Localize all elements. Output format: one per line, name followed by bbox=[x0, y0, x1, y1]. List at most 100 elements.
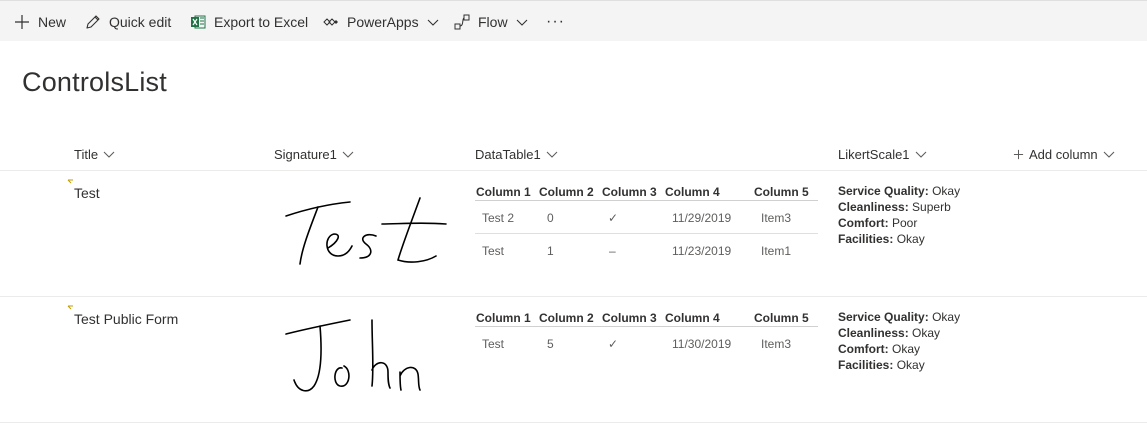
quick-edit-button[interactable]: Quick edit bbox=[85, 1, 171, 42]
data-table-cell: 1 bbox=[547, 244, 554, 258]
column-header-label: LikertScale1 bbox=[838, 146, 910, 162]
likert-value: Okay bbox=[912, 326, 941, 340]
data-table-cell: ✓ bbox=[608, 337, 619, 351]
excel-icon bbox=[191, 15, 206, 28]
export-label: Export to Excel bbox=[214, 13, 309, 30]
data-table-cell: – bbox=[609, 244, 616, 258]
new-button-label: New bbox=[38, 13, 67, 30]
chevron-down-icon bbox=[103, 151, 115, 158]
data-table-cell: Test 2 bbox=[482, 211, 515, 225]
chevron-down-icon bbox=[915, 151, 926, 158]
row-divider bbox=[0, 422, 1147, 423]
likert-label: Service Quality: bbox=[838, 184, 929, 198]
data-table-header: Column 1 bbox=[476, 185, 531, 199]
plus-icon bbox=[1013, 149, 1024, 159]
likert-label: Facilities: bbox=[838, 358, 894, 372]
data-table-cell: 11/23/2019 bbox=[672, 244, 732, 258]
data-table: Column 1 Column 2 Column 3 Column 4 Colu… bbox=[475, 183, 820, 273]
data-table-cell: 0 bbox=[547, 211, 554, 225]
data-table-header: Column 1 bbox=[476, 311, 531, 325]
chevron-down-icon bbox=[546, 151, 558, 158]
data-table-header: Column 2 bbox=[539, 185, 594, 199]
likert-label: Service Quality: bbox=[838, 310, 929, 324]
pencil-icon bbox=[86, 14, 100, 29]
likert-value: Poor bbox=[892, 216, 918, 230]
powerapps-menu[interactable]: PowerApps bbox=[323, 1, 439, 42]
likert-row: Comfort: Okay bbox=[838, 341, 960, 357]
likert-scale: Service Quality: Okay Cleanliness: Super… bbox=[838, 183, 960, 247]
likert-value: Okay bbox=[932, 310, 961, 324]
data-table-cell: Test bbox=[482, 244, 505, 258]
signature-image bbox=[285, 319, 421, 392]
data-table-header: Column 4 bbox=[665, 185, 720, 199]
likert-value: Superb bbox=[912, 200, 951, 214]
likert-value: Okay bbox=[896, 232, 925, 246]
chevron-down-icon bbox=[427, 19, 438, 26]
likert-row: Facilities: Okay bbox=[838, 357, 960, 373]
column-header-label: DataTable1 bbox=[475, 146, 541, 162]
item-title-link[interactable]: Test bbox=[74, 185, 100, 201]
plus-icon bbox=[15, 14, 29, 29]
data-table-header: Column 5 bbox=[754, 185, 809, 199]
likert-row: Facilities: Okay bbox=[838, 231, 960, 247]
likert-row: Cleanliness: Superb bbox=[838, 199, 960, 215]
likert-row: Service Quality: Okay bbox=[838, 309, 960, 325]
export-to-excel-button[interactable]: Export to Excel bbox=[190, 1, 308, 42]
quick-edit-label: Quick edit bbox=[109, 13, 172, 30]
data-table-header: Column 5 bbox=[754, 311, 809, 325]
data-table-cell: Test bbox=[482, 337, 505, 351]
data-table-cell: ✓ bbox=[608, 211, 619, 225]
column-header-signature[interactable]: Signature1 bbox=[274, 145, 354, 163]
column-header-title[interactable]: Title bbox=[74, 145, 115, 163]
data-table-header: Column 4 bbox=[665, 311, 720, 325]
data-table: Column 1 Column 2 Column 3 Column 4 Colu… bbox=[475, 309, 820, 359]
chevron-down-icon bbox=[516, 19, 527, 26]
data-table-cell: 11/29/2019 bbox=[672, 211, 732, 225]
row-divider bbox=[0, 296, 1147, 297]
more-icon: ··· bbox=[546, 12, 565, 30]
likert-value: Okay bbox=[892, 342, 921, 356]
data-table-cell: Item1 bbox=[761, 244, 792, 258]
add-column-label: Add column bbox=[1029, 146, 1098, 162]
column-header-datatable[interactable]: DataTable1 bbox=[475, 145, 558, 163]
likert-label: Facilities: bbox=[838, 232, 894, 246]
page-title: ControlsList bbox=[22, 67, 167, 97]
data-table-header: Column 3 bbox=[602, 185, 657, 199]
more-actions-button[interactable]: ··· bbox=[546, 1, 565, 42]
signature-image bbox=[285, 197, 447, 265]
new-button[interactable]: New bbox=[14, 1, 66, 42]
likert-row: Cleanliness: Okay bbox=[838, 325, 960, 341]
data-table-cell: 11/30/2019 bbox=[672, 337, 732, 351]
likert-label: Cleanliness: bbox=[838, 326, 909, 340]
chevron-down-icon bbox=[1103, 151, 1115, 158]
powerapps-label: PowerApps bbox=[347, 13, 419, 30]
column-header-label: Signature1 bbox=[274, 146, 337, 162]
command-bar: New Quick edit Export to Excel PowerApps… bbox=[0, 0, 1147, 41]
data-table-divider bbox=[475, 326, 818, 327]
data-table-divider bbox=[475, 233, 818, 234]
column-header-likert[interactable]: LikertScale1 bbox=[838, 145, 927, 163]
item-title-link[interactable]: Test Public Form bbox=[74, 311, 178, 327]
data-table-cell: 5 bbox=[547, 337, 554, 351]
data-table-cell: Item3 bbox=[761, 337, 792, 351]
add-column-button[interactable]: Add column bbox=[1013, 145, 1115, 163]
data-table-cell: Item3 bbox=[761, 211, 792, 225]
data-table-header: Column 2 bbox=[539, 311, 594, 325]
likert-value: Okay bbox=[896, 358, 925, 372]
likert-row: Service Quality: Okay bbox=[838, 183, 960, 199]
likert-label: Cleanliness: bbox=[838, 200, 909, 214]
column-header-label: Title bbox=[74, 146, 99, 162]
flow-label: Flow bbox=[478, 13, 508, 30]
header-divider bbox=[0, 170, 1147, 171]
powerapps-icon bbox=[323, 17, 338, 26]
likert-row: Comfort: Poor bbox=[838, 215, 960, 231]
data-table-divider bbox=[475, 200, 818, 201]
data-table-header: Column 3 bbox=[602, 311, 657, 325]
likert-label: Comfort: bbox=[838, 342, 889, 356]
likert-scale: Service Quality: Okay Cleanliness: Okay … bbox=[838, 309, 960, 373]
flow-menu[interactable]: Flow bbox=[454, 1, 528, 42]
likert-value: Okay bbox=[932, 184, 961, 198]
likert-label: Comfort: bbox=[838, 216, 889, 230]
chevron-down-icon bbox=[342, 151, 354, 158]
flow-icon bbox=[454, 14, 470, 29]
